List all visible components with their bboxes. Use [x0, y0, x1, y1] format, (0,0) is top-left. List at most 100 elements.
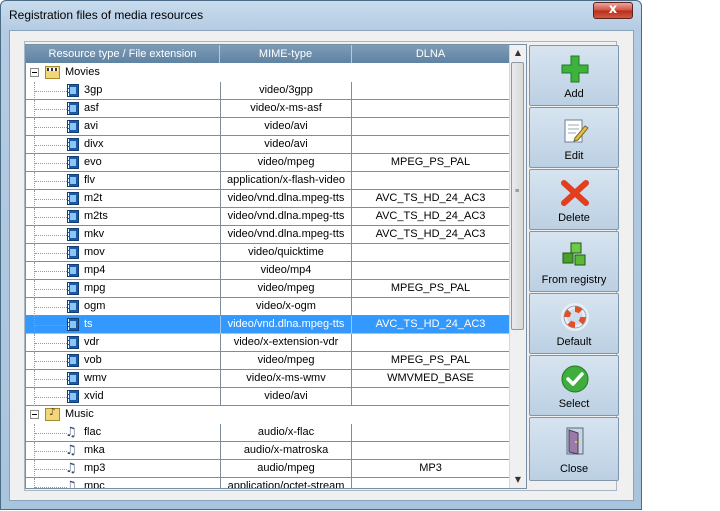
delete-button[interactable]: Delete [529, 169, 619, 230]
mime-type-cell: video/quicktime [220, 244, 352, 262]
table-row[interactable]: mov video/quicktime [26, 244, 510, 262]
mime-type-cell: audio/mpeg [220, 460, 352, 478]
scroll-up-arrow-icon[interactable]: ▲ [510, 45, 526, 61]
extension-label: xvid [84, 390, 104, 402]
extension-cell: ogm [26, 298, 220, 316]
mime-type-cell: video/vnd.dlna.mpeg-tts [220, 208, 352, 226]
table-row[interactable]: ts video/vnd.dlna.mpeg-tts AVC_TS_HD_24_AC… [26, 316, 510, 334]
extension-cell: mpg [26, 280, 220, 298]
table-row[interactable]: ♫ mpc application/octet-stream [26, 478, 510, 489]
media-types-tree[interactable]: Resource type / File extension MIME-type… [25, 44, 527, 489]
tree-branch [35, 343, 67, 344]
video-file-icon [67, 84, 79, 97]
video-file-icon [67, 354, 79, 367]
extension-cell: asf [26, 100, 220, 118]
edit-document-icon [564, 119, 589, 143]
table-row[interactable]: divx video/avi [26, 136, 510, 154]
tree-branch [35, 469, 67, 470]
add-button[interactable]: Add [529, 45, 619, 106]
extension-label: mpg [84, 282, 106, 294]
group-row[interactable]: Music [26, 406, 510, 424]
media-registration-window: Registration files of media resources x … [0, 0, 642, 510]
music-note-icon: ♫ [65, 425, 77, 440]
group-cell: Music [26, 406, 510, 424]
extension-label: flv [84, 174, 95, 186]
table-row[interactable]: ogm video/x-ogm [26, 298, 510, 316]
tree-rows: Movies 3gp video/3gpp asf video/x-ms-asf avi v… [26, 64, 510, 489]
plus-icon [561, 55, 589, 83]
music-note-icon: ♫ [65, 479, 77, 489]
extension-label: vdr [84, 336, 100, 348]
extension-cell: ♫ flac [26, 424, 220, 442]
window-close-button[interactable]: x [593, 2, 633, 19]
table-row[interactable]: evo video/mpeg MPEG_PS_PAL [26, 154, 510, 172]
collapse-toggle-icon[interactable] [30, 410, 39, 419]
extension-label: mp4 [84, 264, 106, 276]
dlna-cell [352, 334, 510, 352]
extension-label: wmv [84, 372, 107, 384]
table-row[interactable]: vob video/mpeg MPEG_PS_PAL [26, 352, 510, 370]
mime-type-cell: video/vnd.dlna.mpeg-tts [220, 190, 352, 208]
dlna-cell: WMVMED_BASE [352, 370, 510, 388]
table-row[interactable]: 3gp video/3gpp [26, 82, 510, 100]
tree-branch [35, 289, 67, 290]
default-button[interactable]: Default [529, 293, 619, 354]
dlna-cell [352, 388, 510, 406]
edit-button[interactable]: Edit [529, 107, 619, 168]
column-header-mime-type[interactable]: MIME-type [220, 45, 352, 63]
table-row[interactable]: vdr video/x-extension-vdr [26, 334, 510, 352]
extension-label: ogm [84, 300, 106, 312]
from-registry-button[interactable]: From registry [529, 231, 619, 292]
scrollbar-thumb[interactable]: ≡ [511, 62, 524, 330]
registry-cubes-icon [562, 242, 586, 266]
table-row[interactable]: asf video/x-ms-asf [26, 100, 510, 118]
video-file-icon [67, 102, 79, 115]
music-note-icon: ♫ [65, 461, 77, 476]
dlna-cell: AVC_TS_HD_24_AC3 [352, 226, 510, 244]
table-row[interactable]: xvid video/avi [26, 388, 510, 406]
dlna-cell [352, 82, 510, 100]
video-file-icon [67, 390, 79, 403]
video-file-icon [67, 282, 79, 295]
dlna-cell: AVC_TS_HD_24_AC3 [352, 316, 510, 334]
movies-folder-icon [45, 66, 60, 79]
video-file-icon [67, 120, 79, 133]
video-file-icon [67, 156, 79, 169]
extension-label: m2ts [84, 210, 108, 222]
group-row[interactable]: Movies [26, 64, 510, 82]
extension-label: asf [84, 102, 99, 114]
extension-label: divx [84, 138, 104, 150]
table-row[interactable]: flv application/x-flash-video [26, 172, 510, 190]
collapse-toggle-icon[interactable] [30, 68, 39, 77]
table-row[interactable]: mpg video/mpeg MPEG_PS_PAL [26, 280, 510, 298]
dlna-cell [352, 136, 510, 154]
vertical-scrollbar[interactable]: ▲ ≡ ▼ [509, 45, 526, 488]
select-button[interactable]: Select [529, 355, 619, 416]
column-header-dlna[interactable]: DLNA [352, 45, 510, 63]
scroll-down-arrow-icon[interactable]: ▼ [510, 472, 526, 488]
tree-branch [35, 451, 67, 452]
table-row[interactable]: ♫ flac audio/x-flac [26, 424, 510, 442]
table-row[interactable]: wmv video/x-ms-wmv WMVMED_BASE [26, 370, 510, 388]
table-row[interactable]: ♫ mka audio/x-matroska [26, 442, 510, 460]
tree-branch [35, 91, 67, 92]
table-row[interactable]: m2t video/vnd.dlna.mpeg-tts AVC_TS_HD_24_A… [26, 190, 510, 208]
close-button[interactable]: Close [529, 417, 619, 481]
table-row[interactable]: mkv video/vnd.dlna.mpeg-tts AVC_TS_HD_24_A… [26, 226, 510, 244]
video-file-icon [67, 264, 79, 277]
table-row[interactable]: avi video/avi [26, 118, 510, 136]
tree-branch [35, 163, 67, 164]
tree-branch [35, 379, 67, 380]
group-label: Music [65, 408, 94, 420]
table-row[interactable]: ♫ mp3 audio/mpeg MP3 [26, 460, 510, 478]
column-header-resource-type[interactable]: Resource type / File extension [26, 45, 220, 63]
tree-branch [35, 181, 67, 182]
table-row[interactable]: m2ts video/vnd.dlna.mpeg-tts AVC_TS_HD_24_… [26, 208, 510, 226]
video-file-icon [67, 336, 79, 349]
table-row[interactable]: mp4 video/mp4 [26, 262, 510, 280]
extension-label: mka [84, 444, 105, 456]
dlna-cell: MP3 [352, 460, 510, 478]
extension-label: mov [84, 246, 105, 258]
tree-branch [35, 487, 67, 488]
mime-type-cell: audio/x-flac [220, 424, 352, 442]
